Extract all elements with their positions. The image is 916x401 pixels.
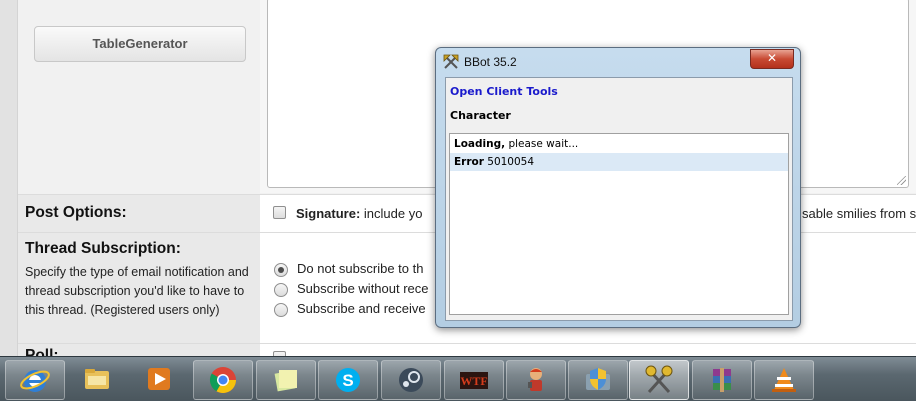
subscription-option-email: Subscribe and receive	[297, 301, 426, 316]
svg-text:S: S	[342, 371, 353, 390]
taskbar-wtf-app[interactable]: WTF	[444, 360, 504, 400]
log-key: Error	[454, 156, 484, 168]
log-row-loading[interactable]: Loading, please wait...	[450, 135, 788, 153]
taskbar: S WTF	[0, 356, 916, 401]
vlc-icon	[772, 368, 796, 392]
poll-row: Poll:	[18, 343, 916, 356]
bbot-icon	[645, 365, 673, 394]
game-character-icon	[528, 368, 542, 391]
signature-text: include yo	[363, 206, 423, 221]
dialog-titlebar[interactable]: BBot 35.2 ✕	[436, 48, 800, 75]
taskbar-bbot[interactable]	[629, 360, 689, 400]
open-client-tools-link[interactable]: Open Client Tools	[450, 85, 558, 98]
taskbar-file-explorer[interactable]	[68, 360, 126, 398]
thread-subscription-label-cell: Thread Subscription: Specify the type of…	[18, 233, 260, 343]
poll-title: Poll:	[25, 347, 59, 356]
disable-smilies-text: sable smilies from s	[802, 206, 916, 221]
taskbar-skype[interactable]: S	[318, 360, 378, 400]
log-value: please wait...	[508, 138, 579, 150]
poll-controls	[260, 344, 916, 356]
taskbar-vlc[interactable]	[754, 360, 814, 400]
taskbar-media-player[interactable]	[130, 360, 188, 398]
chrome-icon	[209, 367, 237, 394]
subscription-option-no-email: Subscribe without rece	[297, 281, 429, 296]
signature-label: Signature:	[296, 206, 361, 221]
crossed-tools-icon	[443, 54, 459, 69]
log-listbox[interactable]: Loading, please wait... Error 5010054	[449, 133, 789, 315]
sticky-notes-icon	[274, 370, 297, 392]
taskbar-winrar[interactable]	[692, 360, 752, 400]
editor-tools-column: TableGenerator	[18, 0, 260, 193]
resize-grip-icon[interactable]	[897, 176, 906, 185]
svg-text:WTF: WTF	[460, 374, 487, 388]
security-shield-icon	[586, 368, 610, 390]
signature-checkbox[interactable]	[273, 206, 286, 219]
bbot-dialog: BBot 35.2 ✕ Open Client Tools Character …	[435, 47, 801, 328]
taskbar-internet-explorer[interactable]	[5, 360, 65, 400]
dialog-title: BBot 35.2	[464, 55, 517, 69]
log-key: Loading,	[454, 138, 506, 150]
left-margin	[0, 0, 18, 356]
character-heading: Character	[450, 109, 511, 122]
subscription-radio-none[interactable]	[274, 263, 288, 277]
log-row-error[interactable]: Error 5010054	[450, 153, 788, 171]
signature-option: Signature: include yo	[296, 206, 422, 221]
taskbar-game-character[interactable]	[506, 360, 566, 400]
post-options-title: Post Options:	[25, 204, 127, 221]
wtf-app-icon: WTF	[460, 372, 488, 389]
skype-icon: S	[336, 368, 360, 392]
taskbar-security-shield[interactable]	[568, 360, 628, 400]
subscription-option-none: Do not subscribe to th	[297, 261, 424, 276]
thread-subscription-description: Specify the type of email notification a…	[25, 265, 249, 317]
close-button[interactable]: ✕	[750, 49, 794, 69]
subscription-radio-no-email[interactable]	[274, 283, 288, 297]
thread-subscription-title: Thread Subscription:	[25, 240, 181, 257]
log-value: 5010054	[487, 156, 535, 168]
internet-explorer-icon	[20, 370, 50, 392]
taskbar-sticky-notes[interactable]	[256, 360, 316, 400]
post-options-label-cell: Post Options:	[18, 195, 260, 232]
winrar-icon	[713, 368, 731, 392]
media-player-icon	[148, 368, 170, 390]
close-icon: ✕	[766, 51, 778, 65]
steam-icon	[399, 368, 423, 392]
taskbar-steam[interactable]	[381, 360, 441, 400]
dialog-content: Open Client Tools Character Loading, ple…	[445, 77, 793, 321]
file-explorer-icon	[85, 369, 109, 389]
taskbar-chrome[interactable]	[193, 360, 253, 400]
poll-label-cell: Poll:	[18, 344, 260, 356]
tablegenerator-button[interactable]: TableGenerator	[34, 26, 246, 62]
subscription-radio-email[interactable]	[274, 303, 288, 317]
